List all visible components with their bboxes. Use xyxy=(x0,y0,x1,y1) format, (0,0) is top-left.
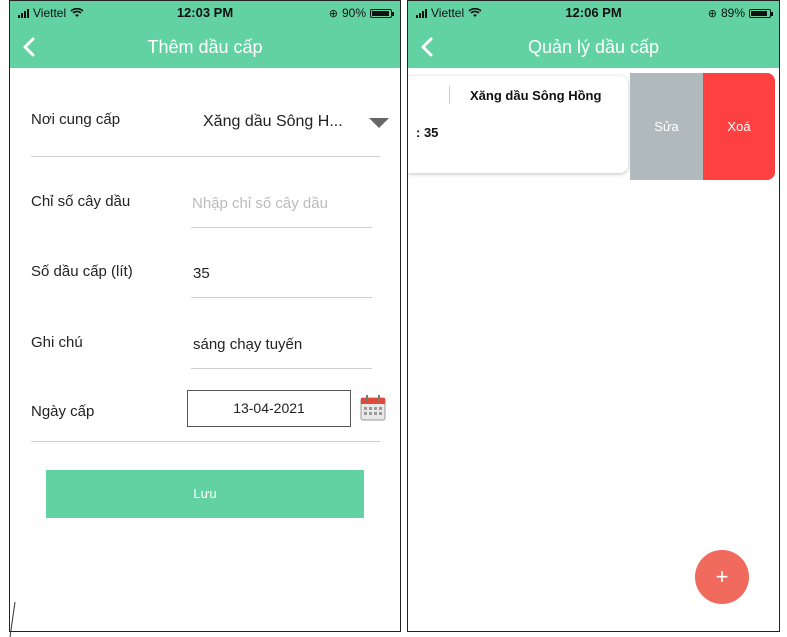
manage-fuel-screen: Viettel 12:06 PM ⊕ 89% Quản lý dầu cấp X… xyxy=(407,0,780,632)
lock-rotation-icon: ⊕ xyxy=(328,7,338,20)
add-button[interactable]: + xyxy=(695,550,749,604)
note-input[interactable]: sáng chạy tuyến xyxy=(193,336,302,353)
list-item[interactable]: Xăng dầu Sông Hồng : 35 xyxy=(408,76,628,173)
item-provider: Xăng dầu Sông Hồng xyxy=(470,88,602,103)
stray-line xyxy=(9,602,16,637)
battery-icon xyxy=(370,8,394,18)
provider-label: Nơi cung cấp xyxy=(31,111,121,128)
liters-input[interactable]: 35 xyxy=(193,265,210,282)
pump-index-input[interactable]: Nhập chỉ số cây dầu xyxy=(192,195,328,212)
add-fuel-screen: Viettel 12:03 PM ⊕ 90% Thêm dầu cấp Nơi … xyxy=(9,0,401,632)
battery-info: ⊕ 89% xyxy=(707,6,773,20)
status-bar: Viettel 12:06 PM ⊕ 89% xyxy=(408,1,779,23)
pump-index-label: Chỉ số cây dầu xyxy=(31,193,131,210)
dropdown-arrow-icon[interactable] xyxy=(368,117,390,129)
page-title: Thêm dầu cấp xyxy=(147,37,263,57)
input-underline xyxy=(191,227,372,228)
input-underline xyxy=(191,297,372,298)
provider-select[interactable]: Xăng dầu Sông H... xyxy=(203,113,343,131)
date-input[interactable]: 13-04-2021 xyxy=(187,390,351,427)
divider xyxy=(31,441,380,442)
divider xyxy=(31,156,380,157)
delete-button[interactable]: Xoá xyxy=(703,73,775,180)
note-label: Ghi chú xyxy=(31,334,83,351)
edit-button[interactable]: Sửa xyxy=(630,73,703,180)
save-button[interactable]: Lưu xyxy=(46,470,364,518)
item-amount: : 35 xyxy=(416,125,439,140)
battery-info: ⊕ 90% xyxy=(328,6,394,20)
header-bar: Viettel 12:06 PM ⊕ 89% Quản lý dầu cấp xyxy=(408,1,779,68)
lock-rotation-icon: ⊕ xyxy=(707,7,717,20)
date-label: Ngày cấp xyxy=(31,403,95,420)
separator xyxy=(449,86,450,104)
liters-label: Số dầu cấp (lít) xyxy=(31,263,133,280)
page-title: Quản lý dầu cấp xyxy=(527,37,660,57)
battery-icon xyxy=(749,8,773,18)
battery-percent: 90% xyxy=(341,6,366,20)
status-bar: Viettel 12:03 PM ⊕ 90% xyxy=(10,1,400,23)
calendar-icon[interactable] xyxy=(360,395,386,421)
header-bar: Viettel 12:03 PM ⊕ 90% Thêm dầu cấp xyxy=(10,1,400,68)
input-underline xyxy=(191,368,372,369)
battery-percent: 89% xyxy=(720,6,745,20)
